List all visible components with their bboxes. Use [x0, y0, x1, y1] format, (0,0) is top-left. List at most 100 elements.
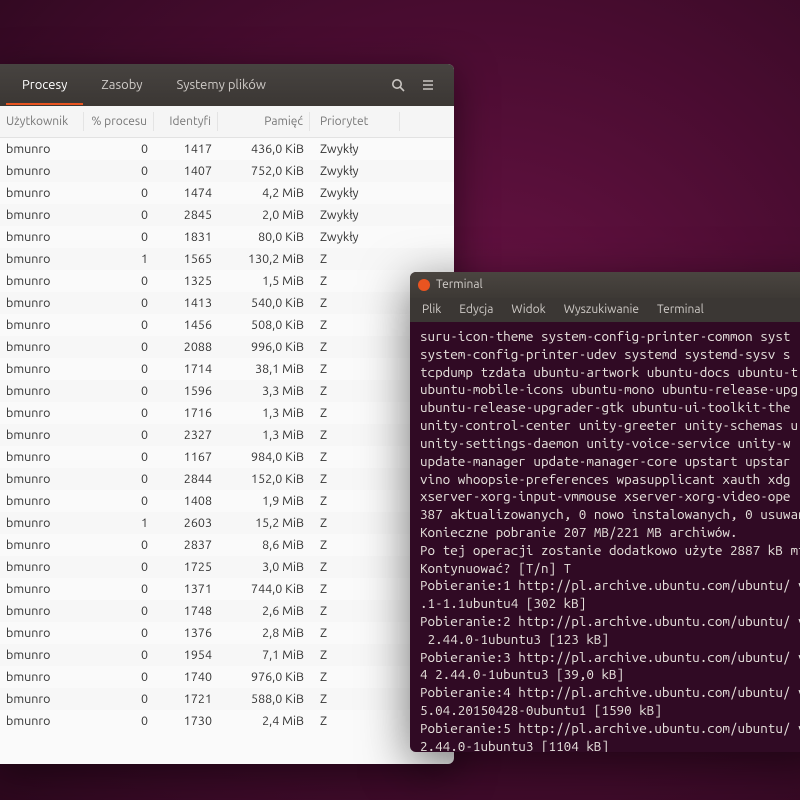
cell-cpu: 0 [84, 403, 154, 423]
table-row[interactable]: bmunro01740976,0 KiBZ [0, 666, 454, 688]
table-row[interactable]: bmunro11565130,2 MiBZ [0, 248, 454, 270]
cell-mem: 508,0 KiB [218, 315, 310, 335]
col-priority[interactable]: Priorytet [310, 112, 400, 131]
table-row[interactable]: bmunro014081,9 MiBZ [0, 490, 454, 512]
terminal-line: system-config-printer-udev systemd syste… [420, 346, 800, 364]
table-row[interactable]: bmunro01417436,0 KiBZwykły [0, 138, 454, 160]
table-row[interactable]: bmunro028378,6 MiBZ [0, 534, 454, 556]
cell-mem: 540,0 KiB [218, 293, 310, 313]
terminal-output[interactable]: suru-icon-theme system-config-printer-co… [410, 322, 800, 752]
cell-pri: Z [310, 535, 400, 555]
cell-mem: 3,3 MiB [218, 381, 310, 401]
process-list[interactable]: bmunro01417436,0 KiBZwykłybmunro01407752… [0, 138, 454, 732]
cell-id: 2845 [154, 205, 218, 225]
table-row[interactable]: bmunro0183180,0 KiBZwykły [0, 226, 454, 248]
cell-pri: Z [310, 271, 400, 291]
col-cpu[interactable]: % procesu [84, 112, 154, 131]
cell-id: 1413 [154, 293, 218, 313]
menu-widok[interactable]: Widok [511, 302, 545, 318]
hamburger-menu-icon[interactable] [414, 71, 442, 99]
cell-cpu: 0 [84, 161, 154, 181]
table-row[interactable]: bmunro02088996,0 KiBZ [0, 336, 454, 358]
tab-procesy[interactable]: Procesy [6, 67, 83, 105]
cell-mem: 1,9 MiB [218, 491, 310, 511]
table-row[interactable]: bmunro017302,4 MiBZ [0, 710, 454, 732]
cell-cpu: 1 [84, 513, 154, 533]
table-row[interactable]: bmunro02844152,0 KiBZ [0, 468, 454, 490]
col-memory[interactable]: Pamięć [218, 112, 310, 131]
table-row[interactable]: bmunro013251,5 MiBZ [0, 270, 454, 292]
cell-id: 1325 [154, 271, 218, 291]
tab-zasoby[interactable]: Zasoby [85, 67, 158, 103]
cell-id: 2327 [154, 425, 218, 445]
cell-mem: 752,0 KiB [218, 161, 310, 181]
cell-mem: 2,4 MiB [218, 711, 310, 731]
cell-id: 1408 [154, 491, 218, 511]
table-row[interactable]: bmunro01371744,0 KiBZ [0, 578, 454, 600]
table-row[interactable]: bmunro01721588,0 KiBZ [0, 688, 454, 710]
tab-systemy-plikow[interactable]: Systemy plików [161, 67, 282, 103]
cell-cpu: 0 [84, 645, 154, 665]
cell-user: bmunro [0, 447, 84, 467]
cell-pri: Z [310, 447, 400, 467]
table-row[interactable]: bmunro01413540,0 KiBZ [0, 292, 454, 314]
table-row[interactable]: bmunro023271,3 MiBZ [0, 424, 454, 446]
terminal-titlebar[interactable]: Terminal [410, 272, 800, 298]
terminal-line: Pobieranie:5 http://pl.archive.ubuntu.co… [420, 720, 800, 738]
cell-mem: 152,0 KiB [218, 469, 310, 489]
cell-cpu: 0 [84, 183, 154, 203]
table-row[interactable]: bmunro028452,0 MiBZwykły [0, 204, 454, 226]
cell-cpu: 0 [84, 381, 154, 401]
col-id[interactable]: Identyfi [154, 112, 218, 131]
cell-id: 1831 [154, 227, 218, 247]
cell-mem: 984,0 KiB [218, 447, 310, 467]
terminal-line: Kontynuować? [T/n] T [420, 560, 800, 578]
cell-id: 2088 [154, 337, 218, 357]
terminal-line: suru-icon-theme system-config-printer-co… [420, 328, 800, 346]
cell-pri: Zwykły [310, 205, 400, 225]
cell-cpu: 0 [84, 271, 154, 291]
cell-user: bmunro [0, 579, 84, 599]
table-row[interactable]: bmunro013762,8 MiBZ [0, 622, 454, 644]
close-icon[interactable] [418, 279, 430, 291]
column-headers: Użytkownik % procesu Identyfi Pamięć Pri… [0, 106, 454, 138]
table-row[interactable]: bmunro019547,1 MiBZ [0, 644, 454, 666]
menu-wyszukiwanie[interactable]: Wyszukiwanie [564, 302, 639, 318]
terminal-line: 2.44.0-1ubuntu3 [1104 kB] [420, 738, 800, 752]
menu-edycja[interactable]: Edycja [459, 302, 493, 318]
terminal-line: 5.04.20150428-0ubuntu1 [1590 kB] [420, 702, 800, 720]
cell-user: bmunro [0, 227, 84, 247]
table-row[interactable]: bmunro0171438,1 MiBZ [0, 358, 454, 380]
table-row[interactable]: bmunro01456508,0 KiBZ [0, 314, 454, 336]
cell-id: 1407 [154, 161, 218, 181]
cell-cpu: 0 [84, 601, 154, 621]
cell-pri: Z [310, 491, 400, 511]
terminal-line: Pobieranie:3 http://pl.archive.ubuntu.co… [420, 649, 800, 667]
menu-plik[interactable]: Plik [422, 302, 441, 318]
terminal-line: unity-control-center unity-greeter unity… [420, 417, 800, 435]
cell-mem: 38,1 MiB [218, 359, 310, 379]
menu-terminal[interactable]: Terminal [657, 302, 704, 318]
cell-pri: Z [310, 601, 400, 621]
table-row[interactable]: bmunro017161,3 MiBZ [0, 402, 454, 424]
cell-pri: Z [310, 293, 400, 313]
table-row[interactable]: bmunro017482,6 MiBZ [0, 600, 454, 622]
cell-mem: 996,0 KiB [218, 337, 310, 357]
cell-user: bmunro [0, 601, 84, 621]
cell-mem: 2,6 MiB [218, 601, 310, 621]
table-row[interactable]: bmunro015963,3 MiBZ [0, 380, 454, 402]
col-user[interactable]: Użytkownik [0, 112, 84, 131]
cell-mem: 744,0 KiB [218, 579, 310, 599]
table-row[interactable]: bmunro01407752,0 KiBZwykły [0, 160, 454, 182]
cell-mem: 7,1 MiB [218, 645, 310, 665]
search-icon[interactable] [384, 71, 412, 99]
table-row[interactable]: bmunro014744,2 MiBZwykły [0, 182, 454, 204]
cell-pri: Z [310, 645, 400, 665]
terminal-line: 387 aktualizowanych, 0 nowo instalowanyc… [420, 506, 800, 524]
table-row[interactable]: bmunro01167984,0 KiBZ [0, 446, 454, 468]
terminal-line: Pobieranie:2 http://pl.archive.ubuntu.co… [420, 613, 800, 631]
cell-mem: 436,0 KiB [218, 139, 310, 159]
table-row[interactable]: bmunro1260315,2 MiBZ [0, 512, 454, 534]
cell-id: 1714 [154, 359, 218, 379]
table-row[interactable]: bmunro017253,0 MiBZ [0, 556, 454, 578]
